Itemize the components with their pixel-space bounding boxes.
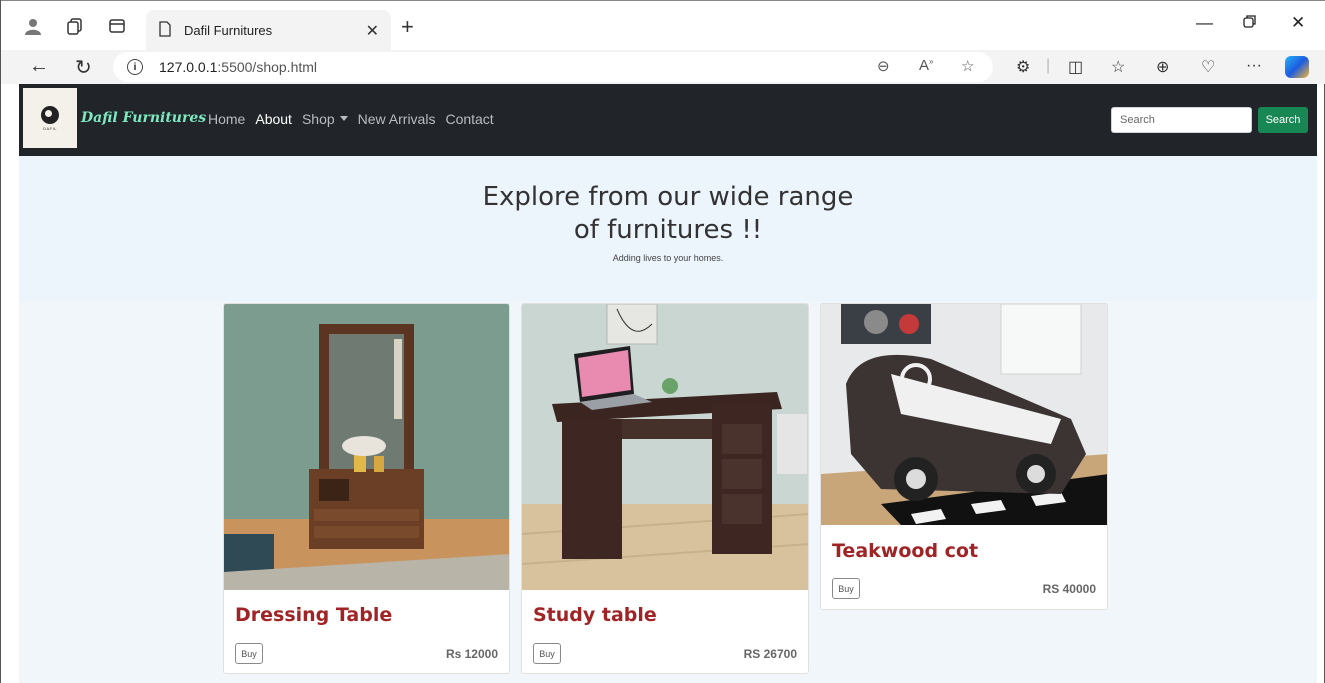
hero-heading: Explore from our wide range of furniture… — [482, 182, 854, 245]
nav-links: Home About Shop New Arrivals Contact — [208, 111, 504, 127]
toolbar-divider: | — [1046, 57, 1051, 74]
buy-button[interactable]: Buy — [235, 643, 263, 664]
browser-address-bar: ← ↻ i 127.0.0.1:5500/shop.html ⊖ A» ☆ ⚙ … — [1, 50, 1325, 84]
minimize-icon[interactable]: — — [1196, 13, 1213, 33]
product-card: Teakwood cot Buy RS 40000 — [820, 303, 1108, 610]
browser-essentials-icon[interactable]: ♡ — [1201, 57, 1215, 77]
brand-name[interactable]: Dafil Furnitures — [81, 110, 206, 126]
nav-shop-dropdown[interactable]: Shop — [302, 111, 348, 127]
url-path: :5500/shop.html — [217, 59, 318, 75]
logo-mark-icon — [41, 105, 59, 124]
nav-about[interactable]: About — [255, 111, 292, 127]
site-navbar: DAFIL Dafil Furnitures Home About Shop N… — [19, 84, 1317, 156]
caret-down-icon — [339, 116, 348, 121]
product-title: Study table — [533, 604, 657, 626]
refresh-icon[interactable]: ↻ — [75, 55, 92, 80]
site-logo[interactable]: DAFIL — [23, 88, 77, 148]
product-card: Study table Buy RS 26700 — [521, 303, 809, 674]
favorite-star-icon[interactable]: ☆ — [961, 57, 974, 75]
site-info-icon[interactable]: i — [127, 59, 143, 75]
product-title: Teakwood cot — [832, 540, 979, 562]
search-input[interactable] — [1111, 107, 1252, 133]
browser-tab-strip: Dafil Furnitures ✕ + — ✕ — [1, 0, 1325, 51]
product-price: RS 26700 — [743, 647, 797, 661]
product-card: Dressing Table Buy Rs 12000 — [223, 303, 510, 674]
hero-section: Explore from our wide range of furniture… — [19, 156, 1317, 301]
restore-icon[interactable] — [1243, 13, 1257, 33]
nav-shop-label: Shop — [301, 111, 335, 127]
new-tab-icon[interactable]: + — [401, 14, 414, 40]
nav-home[interactable]: Home — [208, 111, 245, 127]
buy-button[interactable]: Buy — [832, 578, 860, 599]
favorites-icon[interactable]: ☆ — [1111, 57, 1125, 77]
zoom-out-icon[interactable]: ⊖ — [877, 57, 890, 75]
more-options-icon[interactable]: ··· — [1246, 57, 1262, 75]
product-image-study-table[interactable] — [522, 304, 808, 590]
product-price: Rs 12000 — [445, 647, 498, 661]
profile-icon[interactable] — [21, 14, 45, 38]
read-aloud-icon[interactable]: A» — [919, 57, 933, 74]
collections-icon[interactable]: ⊕ — [1156, 57, 1169, 77]
back-icon[interactable]: ← — [29, 55, 49, 78]
tab-actions-icon[interactable] — [105, 14, 129, 38]
copilot-icon[interactable] — [1285, 56, 1309, 78]
nav-new-arrivals[interactable]: New Arrivals — [358, 111, 436, 127]
close-tab-icon[interactable]: ✕ — [366, 21, 379, 41]
logo-text: DAFIL — [43, 125, 57, 131]
search-button[interactable]: Search — [1258, 107, 1308, 133]
browser-tab-active[interactable]: Dafil Furnitures ✕ — [146, 10, 391, 51]
hero-subtitle: Adding lives to your homes. — [612, 253, 724, 263]
tab-title: Dafil Furnitures — [184, 23, 273, 38]
url-field[interactable]: i 127.0.0.1:5500/shop.html ⊖ A» ☆ — [113, 52, 993, 82]
buy-button[interactable]: Buy — [533, 643, 561, 664]
product-image-teakwood-cot[interactable] — [821, 304, 1107, 525]
nav-contact[interactable]: Contact — [445, 111, 493, 127]
page-icon — [158, 21, 172, 40]
close-window-icon[interactable]: ✕ — [1291, 13, 1305, 33]
product-title: Dressing Table — [235, 604, 393, 626]
url-host: 127.0.0.1 — [159, 59, 218, 75]
workspaces-icon[interactable] — [63, 14, 87, 38]
product-price: RS 40000 — [1042, 582, 1096, 596]
split-screen-icon[interactable]: ◫ — [1068, 57, 1083, 77]
extensions-icon[interactable]: ⚙ — [1016, 57, 1030, 77]
product-image-dressing-table[interactable] — [224, 304, 509, 590]
